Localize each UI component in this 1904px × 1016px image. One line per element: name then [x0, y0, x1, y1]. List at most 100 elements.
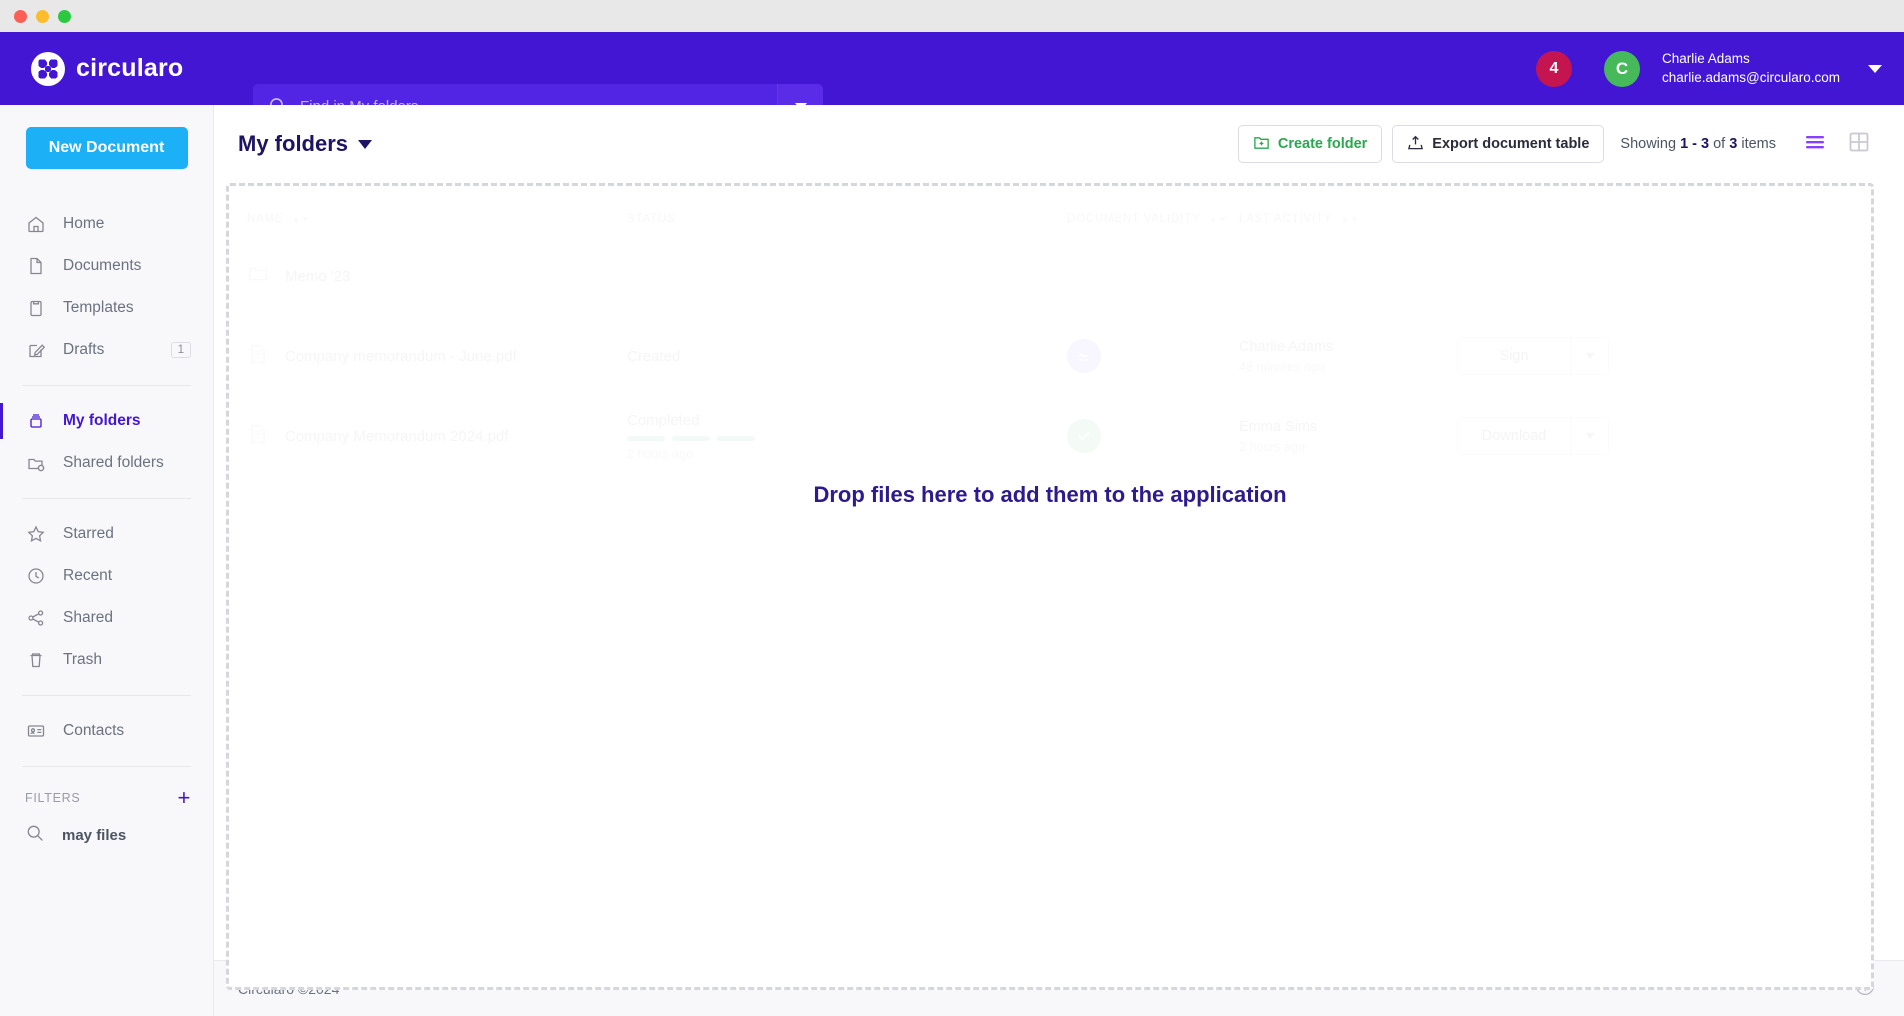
row-action-chevron-down-icon[interactable]: [1570, 338, 1608, 374]
window-maximize-button[interactable]: [58, 10, 71, 23]
chevron-down-icon[interactable]: [358, 140, 372, 149]
brand-name: circularo: [76, 54, 183, 83]
add-filter-button[interactable]: +: [177, 787, 191, 809]
create-folder-button[interactable]: Create folder: [1238, 125, 1382, 163]
row-name-label: Memo '23: [285, 268, 350, 285]
create-folder-label: Create folder: [1278, 136, 1367, 152]
row-status-label: Completed: [627, 412, 1067, 429]
sidebar-item-home[interactable]: Home: [0, 203, 213, 245]
app-header: circularo 4 C Charlie Adams charlie.adam…: [0, 32, 1904, 105]
window-minimize-button[interactable]: [36, 10, 49, 23]
column-header-document-validity[interactable]: DOCUMENT VALIDITY: [1067, 213, 1200, 225]
pencil-square-icon: [25, 340, 46, 361]
row-action-split-button[interactable]: Sign: [1457, 337, 1609, 375]
showing-range: 1 - 3: [1680, 136, 1709, 152]
contact-card-icon: [25, 721, 46, 742]
sidebar-item-shared-folders[interactable]: Shared folders: [0, 442, 213, 484]
export-document-table-button[interactable]: Export document table: [1392, 125, 1604, 163]
sign-button[interactable]: Sign: [1458, 338, 1570, 374]
row-action-chevron-down-icon[interactable]: [1570, 418, 1608, 454]
folder-plus-icon: [1253, 134, 1270, 155]
sort-icon[interactable]: ▲▼: [1208, 214, 1227, 224]
download-button[interactable]: Download: [1458, 418, 1570, 454]
table-row[interactable]: Memo '23: [229, 236, 1871, 316]
new-document-button[interactable]: New Document: [26, 127, 188, 169]
sidebar-item-templates[interactable]: Templates: [0, 287, 213, 329]
sidebar-item-contacts[interactable]: Contacts: [0, 710, 213, 752]
sidebar-item-documents[interactable]: Documents: [0, 245, 213, 287]
sidebar-item-label: Shared folders: [63, 454, 164, 472]
progress-bars: [627, 436, 1067, 441]
sidebar-item-recent[interactable]: Recent: [0, 555, 213, 597]
export-label: Export document table: [1432, 136, 1589, 152]
sidebar-item-label: Documents: [63, 257, 141, 275]
main-content: My folders Create folder Export document…: [214, 105, 1904, 1016]
search-icon: [25, 823, 45, 847]
filters-header: FILTERS +: [0, 781, 213, 815]
row-activity-user: Emma Sims: [1239, 419, 1457, 435]
showing-total: 3: [1729, 136, 1737, 152]
brand-logo[interactable]: circularo: [0, 52, 214, 86]
sidebar-item-my-folders[interactable]: My folders: [0, 400, 213, 442]
sidebar-item-trash[interactable]: Trash: [0, 639, 213, 681]
sidebar-item-starred[interactable]: Starred: [0, 513, 213, 555]
user-email: charlie.adams@circularo.com: [1662, 69, 1840, 87]
shared-folder-icon: [25, 453, 46, 474]
sidebar-item-label: Home: [63, 215, 104, 233]
home-icon: [25, 214, 46, 235]
circularo-logo-icon: [31, 52, 65, 86]
user-info[interactable]: Charlie Adams charlie.adams@circularo.co…: [1662, 50, 1840, 86]
sidebar-item-label: Templates: [63, 299, 134, 317]
share-icon: [25, 608, 46, 629]
sidebar-item-label: Recent: [63, 567, 112, 585]
sidebar-item-shared[interactable]: Shared: [0, 597, 213, 639]
file-dropzone[interactable]: NAME ▲▼ STATUS DOCUMENT VALIDITY ▲▼ LAST…: [226, 183, 1874, 990]
table-row[interactable]: Company memorandum - June.pdf Created Ch…: [229, 316, 1871, 396]
list-view-icon[interactable]: [1804, 133, 1826, 156]
row-name-label: Company Memorandum 2024.pdf: [285, 428, 508, 445]
star-icon: [25, 524, 46, 545]
folder-icon: [247, 263, 269, 289]
page-title[interactable]: My folders: [238, 131, 372, 157]
showing-count: Showing 1 - 3 of 3 items: [1620, 136, 1776, 152]
sidebar-divider: [22, 695, 191, 696]
check-icon: [1067, 419, 1101, 453]
sort-icon[interactable]: ▲▼: [291, 214, 310, 224]
sidebar: New Document Home Documents Templates Dr…: [0, 105, 214, 1016]
window-close-button[interactable]: [14, 10, 27, 23]
filter-item-label: may files: [62, 827, 126, 844]
user-menu-chevron-down-icon[interactable]: [1868, 65, 1882, 73]
avatar[interactable]: C: [1604, 51, 1640, 87]
grid-view-icon[interactable]: [1848, 131, 1870, 158]
sidebar-divider: [22, 385, 191, 386]
table-row[interactable]: Company Memorandum 2024.pdf Completed 2 …: [229, 396, 1871, 476]
drafts-count-badge: 1: [171, 342, 191, 358]
filter-item-may-files[interactable]: may files: [0, 815, 213, 855]
sidebar-item-drafts[interactable]: Drafts 1: [0, 329, 213, 371]
sidebar-item-label: Starred: [63, 525, 114, 543]
row-status-label: Created: [627, 348, 1067, 365]
export-upload-icon: [1407, 134, 1424, 155]
signature-icon: [1067, 339, 1101, 373]
ghosted-document-table: NAME ▲▼ STATUS DOCUMENT VALIDITY ▲▼ LAST…: [229, 186, 1871, 476]
file-lines-icon: [247, 423, 269, 449]
column-header-status[interactable]: STATUS: [627, 213, 675, 225]
row-status-time: 2 hours ago: [627, 447, 1067, 461]
showing-prefix: Showing: [1620, 136, 1676, 152]
row-action-split-button[interactable]: Download: [1457, 417, 1609, 455]
sidebar-item-label: Drafts: [63, 341, 104, 359]
dropzone-message: Drop files here to add them to the appli…: [229, 482, 1871, 508]
sidebar-divider: [22, 498, 191, 499]
user-name: Charlie Adams: [1662, 50, 1840, 68]
document-icon: [25, 256, 46, 277]
sort-icon[interactable]: ▲▼: [1340, 214, 1359, 224]
row-name-label: Company memorandum - June.pdf: [285, 348, 517, 365]
trash-icon: [25, 650, 46, 671]
folder-stack-icon: [25, 411, 46, 432]
page-title-text: My folders: [238, 131, 348, 157]
column-header-last-activity[interactable]: LAST ACTIVITY: [1239, 213, 1332, 225]
showing-suffix: items: [1741, 136, 1776, 152]
row-activity-time: 48 minutes ago: [1239, 360, 1457, 374]
notifications-badge[interactable]: 4: [1536, 51, 1572, 87]
column-header-name[interactable]: NAME: [247, 213, 283, 225]
